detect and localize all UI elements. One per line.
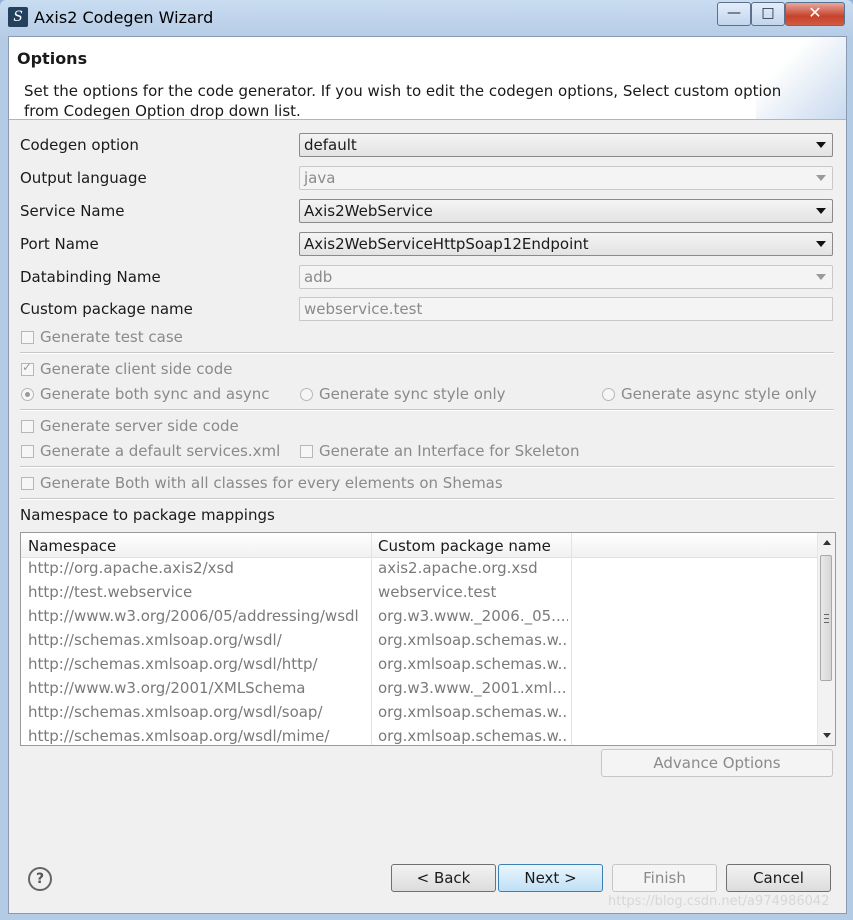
scroll-down-icon[interactable] (823, 733, 831, 738)
package-cell[interactable]: org.w3.www._2006._05.... (378, 607, 568, 625)
generate-server-side-label: Generate server side code (40, 417, 239, 435)
page-title: Options (17, 49, 88, 68)
package-cell[interactable]: axis2.apache.org.xsd (378, 559, 568, 577)
service-name-label: Service Name (20, 202, 125, 220)
databinding-name-select: adb (299, 265, 833, 289)
app-icon: S (8, 7, 28, 27)
namespace-cell: http://schemas.xmlsoap.org/wsdl/soap/ (28, 703, 323, 721)
namespace-cell: http://schemas.xmlsoap.org/wsdl/http/ (28, 655, 318, 673)
databinding-name-label: Databinding Name (20, 268, 161, 286)
package-cell[interactable]: org.xmlsoap.schemas.w... (378, 655, 568, 673)
default-services-xml-checkbox[interactable] (21, 445, 34, 458)
title-bar[interactable]: S Axis2 Codegen Wizard — □ ✕ (0, 0, 853, 36)
scroll-up-icon[interactable] (823, 540, 831, 545)
port-name-select[interactable]: Axis2WebServiceHttpSoap12Endpoint (299, 232, 833, 256)
advance-options-button[interactable]: Advance Options (601, 749, 833, 777)
grip-icon (824, 614, 829, 623)
mappings-label: Namespace to package mappings (20, 506, 275, 524)
output-language-value: java (304, 169, 336, 187)
custom-package-label: Custom package name (20, 300, 193, 318)
output-language-select: java (299, 166, 833, 190)
chevron-down-icon (816, 142, 826, 148)
custom-package-field: webservice.test (299, 297, 833, 321)
wizard-header: Options Set the options for the code gen… (9, 37, 846, 120)
interface-skeleton-checkbox[interactable] (300, 445, 313, 458)
generate-server-side-checkbox[interactable] (21, 420, 34, 433)
watermark: https://blog.csdn.net/a974986042 (608, 894, 830, 909)
codegen-option-value: default (304, 136, 357, 154)
chevron-down-icon (816, 274, 826, 280)
column-header-package[interactable]: Custom package name (378, 537, 551, 555)
package-cell[interactable]: org.xmlsoap.schemas.w... (378, 703, 568, 721)
async-only-label: Generate async style only (621, 385, 817, 403)
generate-test-case-label: Generate test case (40, 328, 183, 346)
port-name-label: Port Name (20, 235, 99, 253)
table-row[interactable]: http://schemas.xmlsoap.org/wsdl/ org.xml… (21, 629, 817, 653)
async-only-radio[interactable] (602, 388, 615, 401)
codegen-option-select[interactable]: default (299, 133, 833, 157)
chevron-down-icon (816, 241, 826, 247)
maximize-button[interactable]: □ (751, 2, 785, 26)
table-row[interactable]: http://www.w3.org/2001/XMLSchema org.w3.… (21, 677, 817, 701)
table-row[interactable]: http://schemas.xmlsoap.org/wsdl/soap/ or… (21, 701, 817, 725)
table-row[interactable]: http://test.webservice webservice.test (21, 581, 817, 605)
chevron-down-icon (816, 208, 826, 214)
separator (20, 498, 834, 500)
generate-both-all-checkbox[interactable] (21, 477, 34, 490)
chevron-down-icon (816, 175, 826, 181)
namespace-mapping-table[interactable]: Namespace Custom package name http://org… (20, 532, 836, 746)
namespace-cell: http://schemas.xmlsoap.org/wsdl/mime/ (28, 727, 330, 745)
custom-package-value: webservice.test (304, 300, 423, 318)
description-line-2: from Codegen Option drop down list. (24, 102, 301, 120)
databinding-name-value: adb (304, 268, 333, 286)
port-name-value: Axis2WebServiceHttpSoap12Endpoint (304, 235, 589, 253)
cancel-button[interactable]: Cancel (726, 864, 831, 892)
sync-only-radio[interactable] (300, 388, 313, 401)
dialog-window: S Axis2 Codegen Wizard — □ ✕ Options Set… (0, 0, 853, 920)
description-line-1: Set the options for the code generator. … (24, 82, 782, 100)
separator (20, 352, 834, 354)
close-button[interactable]: ✕ (785, 2, 845, 26)
generate-client-side-checkbox[interactable] (21, 360, 34, 376)
namespace-cell: http://org.apache.axis2/xsd (28, 559, 234, 577)
separator (20, 409, 834, 411)
sync-only-label: Generate sync style only (319, 385, 506, 403)
service-name-select[interactable]: Axis2WebService (299, 199, 833, 223)
table-row[interactable]: http://org.apache.axis2/xsd axis2.apache… (21, 557, 817, 581)
namespace-cell: http://www.w3.org/2006/05/addressing/wsd… (28, 607, 359, 625)
service-name-value: Axis2WebService (304, 202, 433, 220)
package-cell[interactable]: org.xmlsoap.schemas.w... (378, 631, 568, 649)
scrollbar-thumb[interactable] (820, 555, 832, 681)
table-row[interactable]: http://www.w3.org/2006/05/addressing/wsd… (21, 605, 817, 629)
output-language-label: Output language (20, 169, 147, 187)
finish-button[interactable]: Finish (612, 864, 717, 892)
interface-skeleton-label: Generate an Interface for Skeleton (319, 442, 580, 460)
table-vertical-scrollbar[interactable] (817, 533, 835, 745)
table-row[interactable]: http://schemas.xmlsoap.org/wsdl/http/ or… (21, 653, 817, 677)
namespace-cell: http://test.webservice (28, 583, 193, 601)
window-title: Axis2 Codegen Wizard (34, 8, 214, 27)
separator (20, 466, 834, 468)
back-button[interactable]: < Back (391, 864, 496, 892)
package-cell[interactable]: org.xmlsoap.schemas.w... (378, 727, 568, 745)
help-icon[interactable]: ? (28, 867, 52, 891)
table-header: Namespace Custom package name (21, 533, 817, 558)
namespace-cell: http://www.w3.org/2001/XMLSchema (28, 679, 306, 697)
generate-client-side-label: Generate client side code (40, 360, 233, 378)
minimize-button[interactable]: — (717, 2, 751, 26)
generate-both-all-label: Generate Both with all classes for every… (40, 474, 503, 492)
both-sync-async-label: Generate both sync and async (40, 385, 270, 403)
namespace-cell: http://schemas.xmlsoap.org/wsdl/ (28, 631, 282, 649)
both-sync-async-radio[interactable] (21, 388, 34, 401)
default-services-xml-label: Generate a default services.xml (40, 442, 281, 460)
dialog-client-area: Options Set the options for the code gen… (8, 36, 847, 914)
package-cell[interactable]: webservice.test (378, 583, 568, 601)
column-header-namespace[interactable]: Namespace (28, 537, 116, 555)
codegen-option-label: Codegen option (20, 136, 139, 154)
table-row[interactable]: http://schemas.xmlsoap.org/wsdl/mime/ or… (21, 725, 817, 745)
generate-test-case-checkbox[interactable] (21, 331, 34, 344)
page-description: Set the options for the code generator. … (24, 81, 794, 120)
next-button[interactable]: Next > (498, 864, 603, 892)
package-cell[interactable]: org.w3.www._2001.xml... (378, 679, 568, 697)
